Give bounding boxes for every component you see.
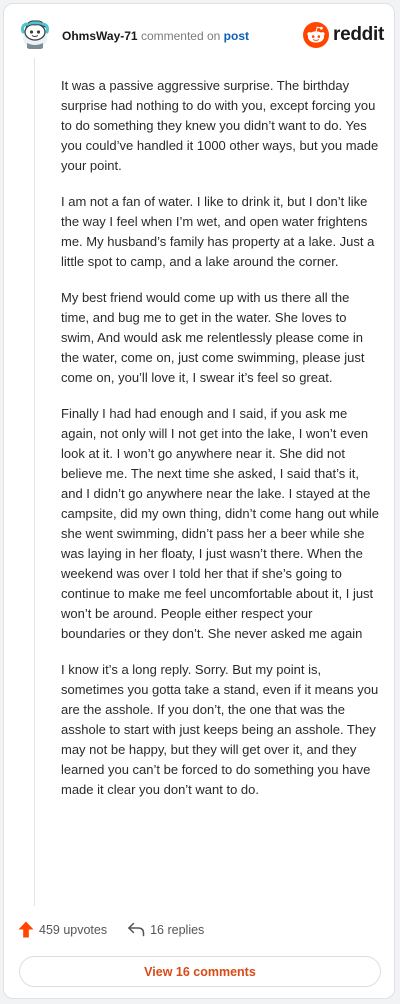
comment-paragraph: I am not a fan of water. I like to drink… <box>61 194 375 269</box>
action-text: commented on <box>140 29 221 43</box>
comment-paragraph: It was a passive aggressive surprise. Th… <box>61 78 379 173</box>
comment-card: OhmsWay-71 commented on post reddit It w… <box>3 3 395 999</box>
replies-button[interactable]: 16 replies <box>127 922 204 937</box>
reddit-wordmark: reddit <box>333 24 384 45</box>
comment-paragraph: I know it’s a long reply. Sorry. But my … <box>61 662 379 797</box>
post-link[interactable]: post <box>224 29 249 43</box>
view-comments-button[interactable]: View 16 comments <box>19 956 381 987</box>
username-link[interactable]: OhmsWay-71 <box>62 29 138 43</box>
reply-count: 16 replies <box>150 922 205 937</box>
comment-body: It was a passive aggressive surprise. Th… <box>61 76 379 816</box>
thread-line[interactable] <box>34 58 35 906</box>
reply-arrow-icon <box>128 922 145 937</box>
upvote-count: 459 upvotes <box>39 922 108 937</box>
comment-paragraph: My best friend would come up with us the… <box>61 290 365 385</box>
comment-actions: 459 upvotes 16 replies <box>18 921 204 938</box>
comment-meta: OhmsWay-71 commented on post <box>62 29 249 43</box>
snoo-avatar-icon[interactable] <box>18 16 52 50</box>
reddit-brand[interactable]: reddit <box>303 22 384 48</box>
upvote-arrow-icon <box>18 921 34 938</box>
comment-header: OhmsWay-71 commented on post reddit <box>4 4 394 64</box>
comment-paragraph: Finally I had had enough and I said, if … <box>61 406 379 641</box>
reddit-logo-icon <box>303 22 330 48</box>
upvote-button[interactable]: 459 upvotes <box>18 921 107 938</box>
